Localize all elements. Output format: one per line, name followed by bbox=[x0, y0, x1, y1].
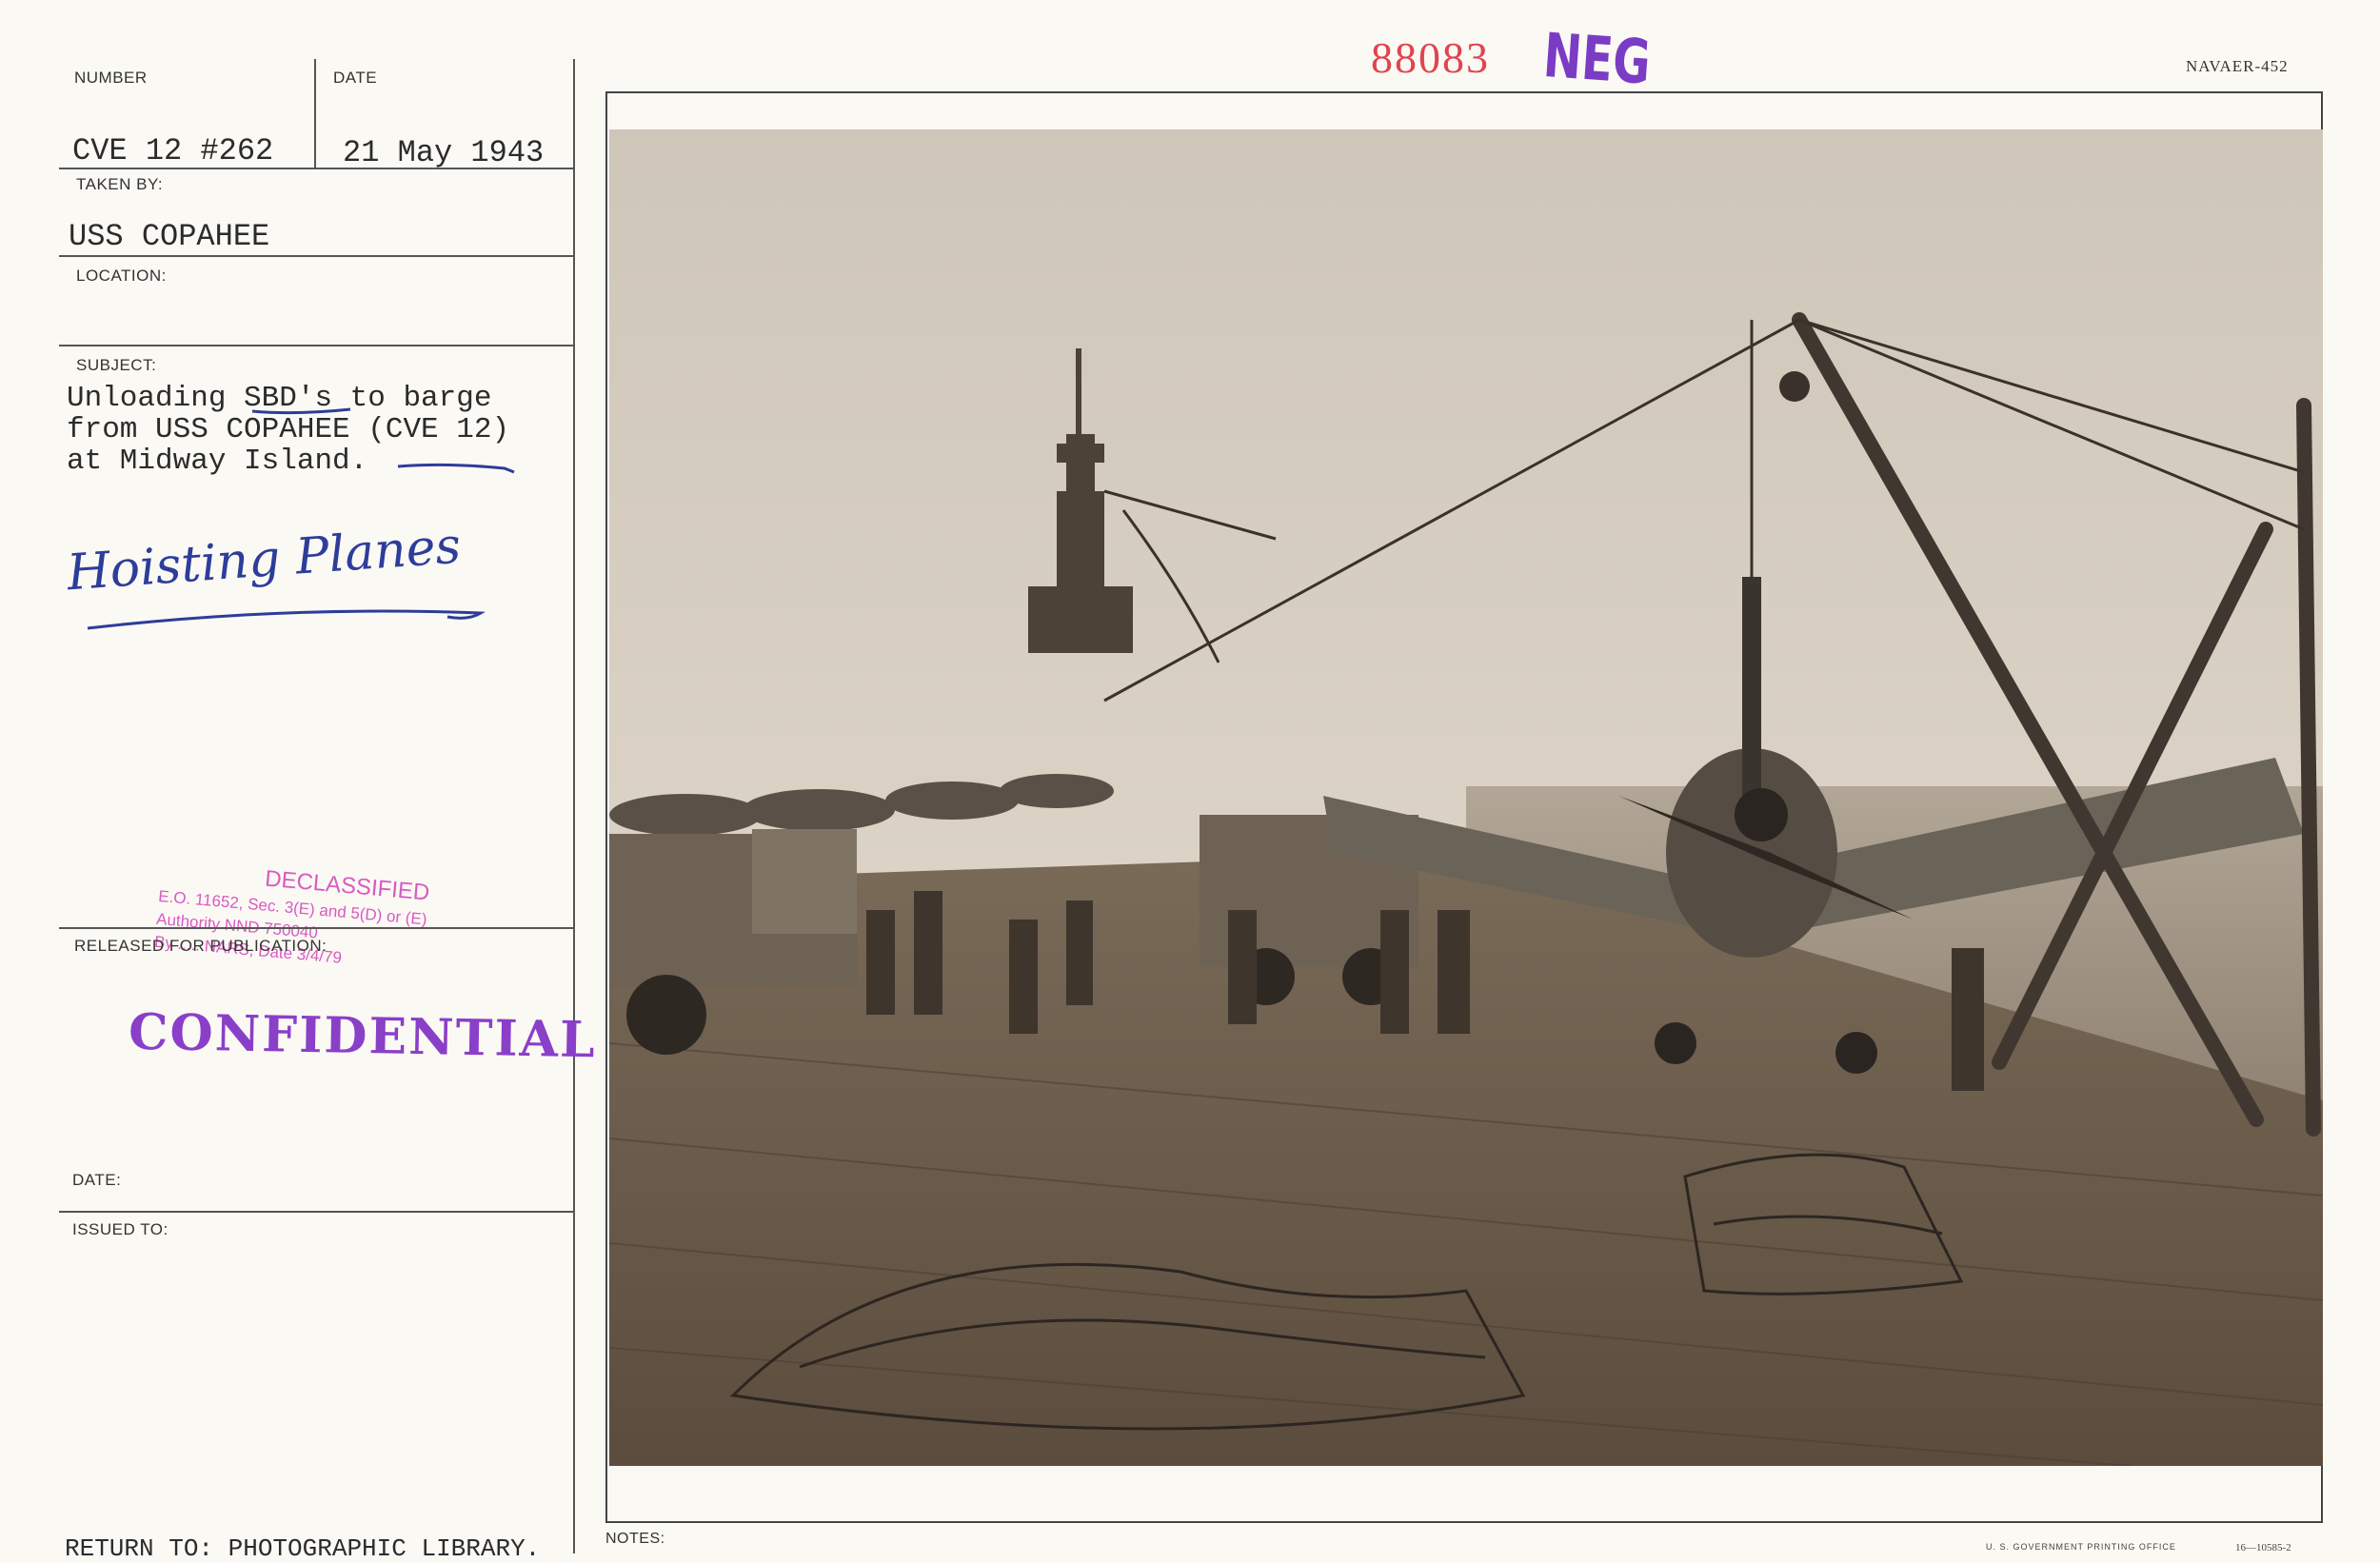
form-column-border bbox=[573, 59, 575, 1553]
released-label: RELEASED FOR PUBLICATION: bbox=[74, 937, 327, 955]
neg-stamp: NEG bbox=[1540, 21, 1654, 99]
photo-carrier-deck bbox=[609, 129, 2323, 1466]
declassified-stamp: DECLASSIFIED E.O. 11652, Sec. 3(E) and 5… bbox=[153, 857, 430, 975]
rule-5 bbox=[59, 1211, 573, 1213]
negative-number-stamp: 88083 bbox=[1371, 33, 1490, 82]
return-to-text: RETURN TO: PHOTOGRAPHIC LIBRARY. bbox=[65, 1534, 541, 1563]
pulley-block bbox=[1779, 371, 1810, 402]
confidential-stamp: CONFIDENTIAL bbox=[128, 1002, 598, 1070]
form-number: NAVAER-452 bbox=[2186, 57, 2289, 75]
rule-4 bbox=[59, 927, 573, 929]
printer-footer: U. S. GOVERNMENT PRINTING OFFICE bbox=[1986, 1542, 2176, 1552]
notes-label: NOTES: bbox=[605, 1531, 665, 1547]
print-code: 16—10585-2 bbox=[2235, 1542, 2291, 1553]
issued-to-label: ISSUED TO: bbox=[72, 1220, 169, 1238]
date2-label: DATE: bbox=[72, 1171, 122, 1189]
